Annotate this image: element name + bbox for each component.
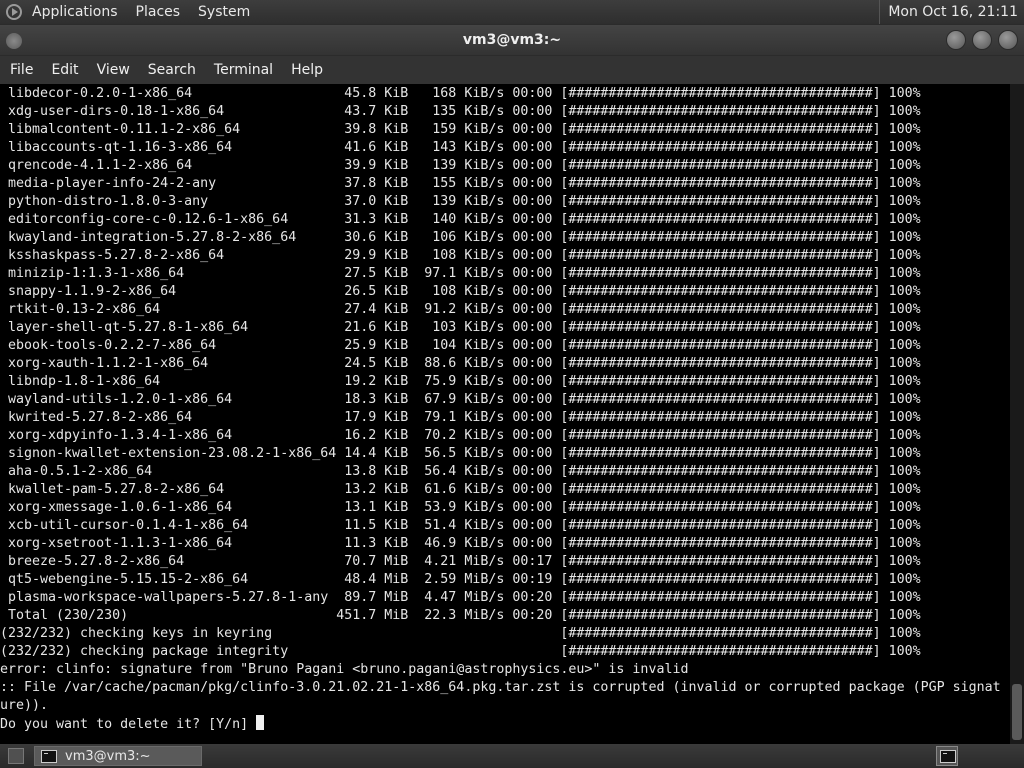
terminal-line: signon-kwallet-extension-23.08.2-1-x86_6…: [0, 446, 921, 461]
workspace-switcher[interactable]: [936, 746, 958, 766]
terminal-line: Total (230/230) 451.7 MiB 22.3 MiB/s 00:…: [0, 608, 921, 623]
top-panel: Applications Places System Mon Oct 16, 2…: [0, 0, 1024, 24]
show-desktop-button[interactable]: [8, 748, 24, 764]
terminal-line: ure)).: [0, 698, 49, 713]
terminal-line: ebook-tools-0.2.2-7-x86_64 25.9 KiB 104 …: [0, 338, 921, 353]
maximize-button[interactable]: [972, 30, 992, 50]
terminal-line: rtkit-0.13-2-x86_64 27.4 KiB 91.2 KiB/s …: [0, 302, 921, 317]
terminal-line: snappy-1.1.9-2-x86_64 26.5 KiB 108 KiB/s…: [0, 284, 921, 299]
terminal-line: editorconfig-core-c-0.12.6-1-x86_64 31.3…: [0, 212, 921, 227]
terminal-line: xorg-xsetroot-1.1.3-1-x86_64 11.3 KiB 46…: [0, 536, 921, 551]
terminal-icon: [41, 749, 57, 763]
terminal-line: breeze-5.27.8-2-x86_64 70.7 MiB 4.21 MiB…: [0, 554, 921, 569]
terminal-line: kwrited-5.27.8-2-x86_64 17.9 KiB 79.1 Ki…: [0, 410, 921, 425]
panel-clock[interactable]: Mon Oct 16, 21:11: [879, 0, 1018, 24]
terminal-line: qt5-webengine-5.15.15-2-x86_64 48.4 MiB …: [0, 572, 921, 587]
terminal-line: minizip-1:1.3-1-x86_64 27.5 KiB 97.1 KiB…: [0, 266, 921, 281]
terminal-line: kwayland-integration-5.27.8-2-x86_64 30.…: [0, 230, 921, 245]
terminal-line: xdg-user-dirs-0.18-1-x86_64 43.7 KiB 135…: [0, 104, 921, 119]
window-title: vm3@vm3:~: [462, 32, 562, 48]
terminal-line: wayland-utils-1.2.0-1-x86_64 18.3 KiB 67…: [0, 392, 921, 407]
close-button[interactable]: [998, 30, 1018, 50]
scrollbar-thumb[interactable]: [1012, 684, 1022, 740]
terminal-output[interactable]: libdecor-0.2.0-1-x86_64 45.8 KiB 168 KiB…: [0, 84, 1010, 744]
terminal-line: media-player-info-24-2-any 37.8 KiB 155 …: [0, 176, 921, 191]
menu-file[interactable]: File: [10, 62, 33, 78]
terminal-line: libaccounts-qt-1.16-3-x86_64 41.6 KiB 14…: [0, 140, 921, 155]
window-titlebar[interactable]: vm3@vm3:~: [0, 25, 1024, 55]
terminal-menubar: File Edit View Search Terminal Help: [0, 56, 1024, 84]
terminal-line: libmalcontent-0.11.1-2-x86_64 39.8 KiB 1…: [0, 122, 921, 137]
panel-menus: Applications Places System: [6, 0, 268, 24]
menu-edit[interactable]: Edit: [51, 62, 78, 78]
menu-view[interactable]: View: [97, 62, 130, 78]
taskbar-item-terminal[interactable]: vm3@vm3:~: [34, 746, 202, 766]
terminal-line: :: File /var/cache/pacman/pkg/clinfo-3.0…: [0, 680, 1001, 695]
terminal-line: (232/232) checking package integrity [##…: [0, 644, 921, 659]
workspace-terminal-icon: [940, 750, 956, 763]
text-cursor: [256, 715, 265, 730]
menu-search[interactable]: Search: [148, 62, 196, 78]
menu-help[interactable]: Help: [291, 62, 323, 78]
terminal-line: xorg-xmessage-1.0.6-1-x86_64 13.1 KiB 53…: [0, 500, 921, 515]
terminal-line: layer-shell-qt-5.27.8-1-x86_64 21.6 KiB …: [0, 320, 921, 335]
terminal-line: aha-0.5.1-2-x86_64 13.8 KiB 56.4 KiB/s 0…: [0, 464, 921, 479]
terminal-line: xorg-xauth-1.1.2-1-x86_64 24.5 KiB 88.6 …: [0, 356, 921, 371]
menu-terminal[interactable]: Terminal: [214, 62, 273, 78]
terminal-line: error: clinfo: signature from "Bruno Pag…: [0, 662, 689, 677]
terminal-line: qrencode-4.1.1-2-x86_64 39.9 KiB 139 KiB…: [0, 158, 921, 173]
terminal-lines: libdecor-0.2.0-1-x86_64 45.8 KiB 168 KiB…: [0, 84, 1010, 715]
distro-logo-icon[interactable]: [6, 4, 22, 20]
terminal-line: ksshaskpass-5.27.8-2-x86_64 29.9 KiB 108…: [0, 248, 921, 263]
prompt-text: Do you want to delete it? [Y/n]: [0, 717, 257, 732]
terminal-prompt-line: Do you want to delete it? [Y/n]: [0, 715, 1010, 733]
terminal-line: libndp-1.8-1-x86_64 19.2 KiB 75.9 KiB/s …: [0, 374, 921, 389]
terminal-line: xcb-util-cursor-0.1.4-1-x86_64 11.5 KiB …: [0, 518, 921, 533]
window-controls: [946, 30, 1018, 50]
terminal-line: (232/232) checking keys in keyring [####…: [0, 626, 921, 641]
bottom-panel: vm3@vm3:~: [0, 744, 1024, 768]
places-menu[interactable]: Places: [136, 4, 181, 20]
terminal-scrollbar[interactable]: [1010, 84, 1024, 744]
minimize-button[interactable]: [946, 30, 966, 50]
system-menu[interactable]: System: [198, 4, 250, 20]
terminal-line: xorg-xdpyinfo-1.3.4-1-x86_64 16.2 KiB 70…: [0, 428, 921, 443]
terminal-line: plasma-workspace-wallpapers-5.27.8-1-any…: [0, 590, 921, 605]
applications-menu[interactable]: Applications: [32, 4, 118, 20]
terminal-line: python-distro-1.8.0-3-any 37.0 KiB 139 K…: [0, 194, 921, 209]
terminal-line: libdecor-0.2.0-1-x86_64 45.8 KiB 168 KiB…: [0, 86, 921, 101]
taskbar-item-label: vm3@vm3:~: [65, 748, 151, 764]
terminal-line: kwallet-pam-5.27.8-2-x86_64 13.2 KiB 61.…: [0, 482, 921, 497]
